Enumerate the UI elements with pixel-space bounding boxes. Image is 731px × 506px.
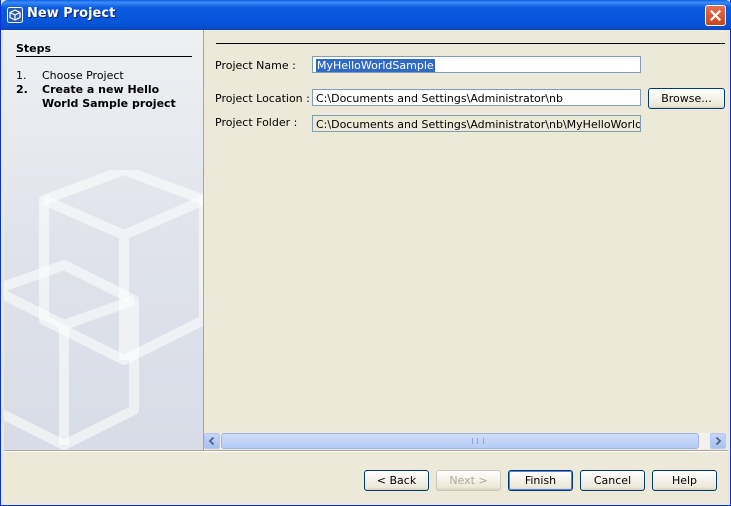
window-title: New Project xyxy=(27,6,116,21)
project-folder-label: Project Folder : xyxy=(215,116,298,129)
project-name-label: Project Name : xyxy=(215,59,296,72)
project-location-field[interactable]: C:\Documents and Settings\Administrator\… xyxy=(312,89,641,106)
browse-button[interactable]: Browse... xyxy=(648,88,725,109)
close-icon xyxy=(710,10,721,21)
step-label: Create a new Hello World Sample project xyxy=(42,83,176,110)
help-button[interactable]: Help xyxy=(652,470,717,491)
netbeans-icon xyxy=(7,7,23,23)
steps-pane: Steps 1. Choose Project 2. Create a new … xyxy=(4,30,204,450)
steps-heading: Steps xyxy=(16,42,52,55)
content-divider xyxy=(216,43,725,44)
project-location-label: Project Location : xyxy=(215,92,310,105)
scrollbar-grip xyxy=(472,438,484,444)
step-label: Choose Project xyxy=(42,69,124,82)
project-folder-value: C:\Documents and Settings\Administrator\… xyxy=(316,118,641,131)
step-number: 2. xyxy=(16,83,28,96)
button-bar-separator xyxy=(4,450,728,452)
cancel-button[interactable]: Cancel xyxy=(580,470,645,491)
project-location-value: C:\Documents and Settings\Administrator\… xyxy=(316,92,563,105)
horizontal-scrollbar[interactable] xyxy=(204,433,726,449)
project-folder-field[interactable]: C:\Documents and Settings\Administrator\… xyxy=(312,115,641,132)
close-button[interactable] xyxy=(705,5,726,26)
netbeans-cube-watermark xyxy=(4,170,203,450)
title-bar[interactable]: New Project xyxy=(1,0,731,30)
new-project-dialog: New Project Steps 1. Choose Project 2. C… xyxy=(0,0,731,506)
project-name-field[interactable]: MyHelloWorldSample xyxy=(312,56,641,73)
step-number: 1. xyxy=(16,69,27,82)
scrollbar-thumb[interactable] xyxy=(221,433,699,449)
steps-divider xyxy=(16,56,192,57)
next-button[interactable]: Next > xyxy=(436,470,501,491)
finish-button[interactable]: Finish xyxy=(508,470,573,491)
content-pane: Project Name : MyHelloWorldSample Projec… xyxy=(204,30,728,450)
scroll-left-button[interactable] xyxy=(204,433,220,449)
project-name-value: MyHelloWorldSample xyxy=(316,59,435,72)
chevron-right-icon xyxy=(715,436,722,446)
scroll-right-button[interactable] xyxy=(710,433,726,449)
chevron-left-icon xyxy=(208,436,215,446)
back-button[interactable]: < Back xyxy=(364,470,429,491)
